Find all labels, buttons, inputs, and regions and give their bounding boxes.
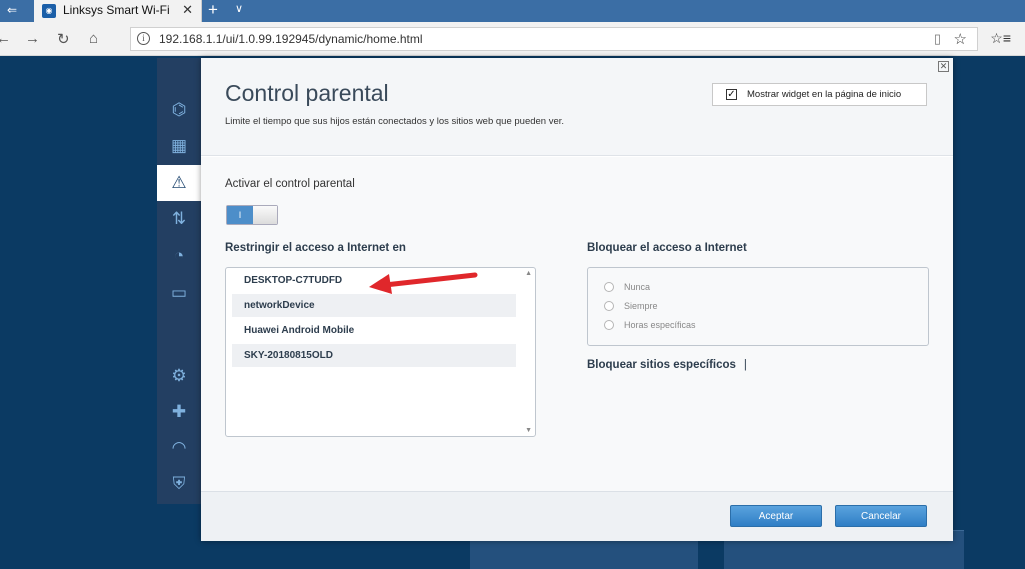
browser-toolbar: ← → ↻ ⌂ i 192.168.1.1/ui/1.0.99.192945/d… <box>0 22 1025 56</box>
scroll-up-icon[interactable]: ▲ <box>525 270 532 277</box>
block-sites-link[interactable]: Bloquear sitios específicos | <box>587 359 747 371</box>
security-icon: ⛨ <box>172 474 186 493</box>
favorites-hub-icon[interactable]: ☆≡ <box>990 30 1011 47</box>
refresh-icon[interactable]: ↻ <box>57 30 70 48</box>
radio-never[interactable]: Nunca <box>604 280 650 294</box>
connectivity-icon: ⚙ <box>171 366 187 385</box>
external-storage-icon: ▭ <box>170 283 188 302</box>
sidebar-item-devices[interactable]: ▦ <box>157 128 201 164</box>
scroll-down-icon[interactable]: ▼ <box>525 427 532 434</box>
sidebar-item-network-map[interactable]: ⌬ <box>157 92 201 128</box>
tab-aside-icon[interactable]: ⇐ <box>2 3 22 17</box>
address-bar[interactable]: i 192.168.1.1/ui/1.0.99.192945/dynamic/h… <box>130 27 978 51</box>
new-tab-icon[interactable]: + <box>208 0 218 20</box>
browser-tab-bar: ⇐ ◉ Linksys Smart Wi-Fi ✕ + ∨ <box>0 0 1025 22</box>
show-widget-checkbox[interactable]: ✓ Mostrar widget en la página de inicio <box>712 83 927 106</box>
sidebar-item-parental-controls[interactable]: ⚠ <box>157 165 207 201</box>
home-icon[interactable]: ⌂ <box>89 30 98 47</box>
accept-button[interactable]: Aceptar <box>730 505 822 527</box>
media-prioritization-icon: ⇅ <box>171 209 187 228</box>
toggle-on-indicator: I <box>227 206 253 224</box>
device-item[interactable]: networkDevice <box>232 294 516 317</box>
device-list-icon: ▦ <box>170 136 188 155</box>
block-sites-label[interactable]: Bloquear sitios específicos <box>587 359 736 371</box>
checkbox-check-icon[interactable]: ✓ <box>726 89 737 100</box>
radio-label: Siempre <box>624 301 658 311</box>
parental-control-toggle[interactable]: I <box>226 205 278 225</box>
text-cursor: | <box>743 359 747 371</box>
speed-test-icon: ◔ <box>173 246 185 265</box>
back-arrow-icon[interactable]: ← <box>0 30 11 47</box>
browser-tab[interactable]: ◉ Linksys Smart Wi-Fi ✕ <box>34 0 202 22</box>
favorite-star-icon[interactable]: ☆ <box>954 30 967 48</box>
sidebar-item-wireless[interactable]: ◠ <box>157 430 201 466</box>
dialog-content: Activar el control parental I Restringir… <box>201 157 953 491</box>
dialog-footer: Aceptar Cancelar <box>201 491 953 541</box>
dialog-header: Control parental Limite el tiempo que su… <box>201 58 953 156</box>
troubleshooting-icon: ✚ <box>171 402 187 421</box>
block-access-label: Bloquear el acceso a Internet <box>587 242 747 254</box>
close-icon[interactable]: ✕ <box>938 61 949 72</box>
sidebar-item-prioritization[interactable]: ⇅ <box>157 201 201 237</box>
sidebar-item-troubleshooting[interactable]: ✚ <box>157 394 201 430</box>
parental-controls-icon: ⚠ <box>171 173 187 192</box>
linksys-favicon-icon: ◉ <box>42 4 56 18</box>
sidebar-item-connectivity[interactable]: ⚙ <box>157 358 201 394</box>
show-widget-label: Mostrar widget en la página de inicio <box>747 89 902 100</box>
radio-circle-icon[interactable] <box>604 301 614 311</box>
tab-close-icon[interactable]: ✕ <box>182 2 193 18</box>
block-access-options: Nunca Siempre Horas específicas <box>587 267 929 346</box>
sidebar-item-speed-test[interactable]: ◔ <box>157 238 201 274</box>
network-map-icon: ⌬ <box>171 100 187 119</box>
address-url[interactable]: 192.168.1.1/ui/1.0.99.192945/dynamic/hom… <box>159 32 423 46</box>
tab-title: Linksys Smart Wi-Fi <box>63 3 170 17</box>
cancel-button[interactable]: Cancelar <box>835 505 927 527</box>
reading-view-icon[interactable]: ▯ <box>934 31 941 47</box>
toggle-knob <box>253 206 277 224</box>
sidebar-item-storage[interactable]: ▭ <box>157 275 201 311</box>
radio-specific-hours[interactable]: Horas específicas <box>604 318 696 332</box>
page-subtitle: Limite el tiempo que sus hijos están con… <box>225 116 565 127</box>
annotation-arrow <box>369 272 478 294</box>
radio-circle-icon[interactable] <box>604 320 614 330</box>
device-item[interactable]: Huawei Android Mobile <box>232 319 516 342</box>
radio-label: Horas específicas <box>624 320 696 330</box>
page-title: Control parental <box>225 80 389 106</box>
sidebar-nav: ⌬ ▦ ⚠ ⇅ ◔ ▭ ⚙ ✚ ◠ ⛨ <box>157 58 207 504</box>
sidebar-item-security[interactable]: ⛨ <box>157 466 201 502</box>
wireless-icon: ◠ <box>171 438 187 457</box>
tab-list-chevron-icon[interactable]: ∨ <box>235 2 243 15</box>
site-info-icon[interactable]: i <box>137 32 150 45</box>
enable-parental-label: Activar el control parental <box>225 178 355 190</box>
device-item[interactable]: SKY-20180815OLD <box>232 344 516 367</box>
parental-control-dialog: Control parental Limite el tiempo que su… <box>201 58 953 541</box>
radio-always[interactable]: Siempre <box>604 299 658 313</box>
radio-label: Nunca <box>624 282 651 292</box>
forward-arrow-icon[interactable]: → <box>25 30 40 47</box>
radio-circle-icon[interactable] <box>604 282 614 292</box>
restrict-access-label: Restringir el acceso a Internet en <box>225 242 406 254</box>
